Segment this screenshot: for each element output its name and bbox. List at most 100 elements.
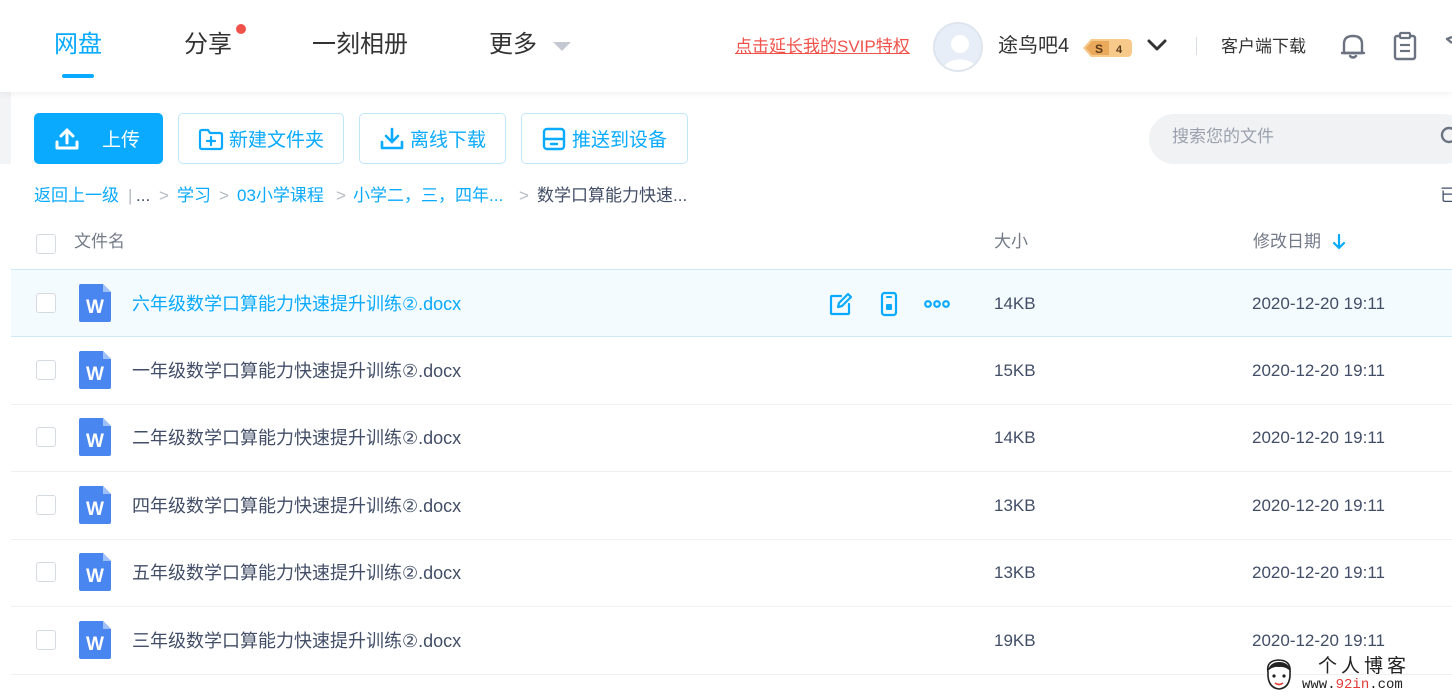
device-icon [542,127,566,150]
cartoon-face-icon [1266,659,1291,690]
word-doc-icon: W [79,351,111,389]
client-download-link[interactable]: 客户端下载 [1221,36,1306,58]
table-row[interactable]: W 二年级数学口算能力快速提升训练②.docx 14KB 2020-12-20 … [11,404,1452,472]
offline-download-button[interactable]: 离线下载 [359,113,506,164]
breadcrumb-current: 数学口算能力快速... [537,186,688,205]
word-doc-icon: W [79,284,111,322]
breadcrumb-separator: > [159,186,169,205]
file-name[interactable]: 四年级数学口算能力快速提升训练②.docx [132,494,461,518]
push-to-device-button[interactable]: 推送到设备 [521,113,688,164]
row-checkbox[interactable] [36,630,56,650]
phone-icon[interactable] [876,291,902,317]
notification-dot [236,24,246,34]
select-all-checkbox[interactable] [36,234,56,254]
table-row[interactable]: W 三年级数学口算能力快速提升训练②.docx 19KB 2020-12-20 … [11,607,1452,675]
table-row[interactable]: W 一年级数学口算能力快速提升训练②.docx 15KB 2020-12-20 … [11,337,1452,405]
watermark-title: 个人博客 [1318,655,1411,677]
username[interactable]: 途鸟吧4 [998,33,1069,59]
offline-download-label: 离线下载 [410,130,487,151]
column-header-modified[interactable]: 修改日期 [1253,231,1321,253]
table-row[interactable]: W 四年级数学口算能力快速提升训练②.docx 13KB 2020-12-20 … [11,472,1452,540]
file-name[interactable]: 二年级数学口算能力快速提升训练②.docx [132,426,461,450]
breadcrumb-separator: > [336,186,346,205]
word-doc-icon: W [79,621,111,659]
column-header-name[interactable]: 文件名 [74,231,125,253]
new-folder-label: 新建文件夹 [229,130,325,151]
nav-tab-album[interactable]: 一刻相册 [312,28,408,62]
push-to-device-label: 推送到设备 [572,130,668,151]
row-checkbox[interactable] [36,293,56,313]
edit-icon[interactable] [828,291,854,317]
row-checkbox[interactable] [36,427,56,447]
word-doc-icon: W [79,418,111,456]
svg-text:W: W [86,566,104,587]
file-name[interactable]: 六年级数学口算能力快速提升训练②.docx [132,292,461,316]
nav-tab-share[interactable]: 分享 [184,28,232,62]
avatar-placeholder-icon [943,35,977,70]
column-header-size[interactable]: 大小 [994,231,1028,253]
table-row[interactable]: W 五年级数学口算能力快速提升训练②.docx 13KB 2020-12-20 … [11,539,1452,607]
row-checkbox[interactable] [36,562,56,582]
breadcrumb-ellipsis[interactable]: ... [136,185,150,207]
breadcrumb-separator: > [519,186,529,205]
file-modified-date: 2020-12-20 19:11 [1252,563,1385,582]
more-icon[interactable] [924,291,950,317]
svip-renew-link[interactable]: 点击延长我的SVIP特权 [735,36,910,58]
breadcrumb-item-study[interactable]: 学习 [177,185,211,207]
clipboard-icon[interactable] [1391,31,1419,61]
breadcrumb-item-course[interactable]: 03小学课程 [237,185,324,207]
svg-text:W: W [86,431,104,452]
watermark-url: www.92in.com [1302,677,1403,693]
breadcrumb-separator: > [219,186,229,205]
breadcrumb-item-grade[interactable]: 小学二，三，四年... [353,185,503,207]
upload-label: 上传 [102,130,141,151]
file-modified-date: 2020-12-20 19:11 [1252,496,1385,515]
avatar[interactable] [933,22,983,72]
row-checkbox[interactable] [36,495,56,515]
search-icon[interactable] [1440,126,1452,148]
download-icon [380,127,404,149]
vip-badge-level: 4 [1116,44,1123,56]
file-name[interactable]: 一年级数学口算能力快速提升训练②.docx [132,359,461,383]
word-doc-icon: W [79,486,111,524]
left-sidebar-edge [0,92,11,164]
breadcrumb-divider: | [128,186,133,205]
file-modified-date: 2020-12-20 19:11 [1252,361,1385,380]
file-size: 15KB [994,361,1036,380]
upload-icon [55,128,79,149]
file-count-label: 已 [1440,186,1452,205]
file-size: 13KB [994,563,1036,582]
caret-down-icon[interactable] [553,42,571,51]
file-modified-date: 2020-12-20 19:11 [1252,428,1385,447]
file-size: 13KB [994,496,1036,515]
new-folder-button[interactable]: 新建文件夹 [178,113,344,164]
nav-tab-netdisk[interactable]: 网盘 [54,28,102,62]
file-name[interactable]: 三年级数学口算能力快速提升训练②.docx [132,629,461,653]
word-doc-icon: W [79,553,111,591]
file-name[interactable]: 五年级数学口算能力快速提升训练②.docx [132,561,461,585]
svg-text:W: W [86,499,104,520]
svg-text:W: W [86,297,104,318]
nav-tab-more[interactable]: 更多 [489,28,537,62]
file-modified-date: 2020-12-20 19:11 [1252,631,1385,650]
chevron-down-icon[interactable] [1146,34,1168,56]
row-checkbox[interactable] [36,360,56,380]
shirt-icon[interactable] [1441,33,1452,59]
file-size: 14KB [994,428,1036,447]
search-placeholder: 搜索您的文件 [1172,127,1274,146]
breadcrumb-back-link[interactable]: 返回上一级 [34,185,119,207]
file-size: 14KB [994,294,1036,313]
svg-text:W: W [86,364,104,385]
svip-level-badge-icon: S 4 [1083,39,1132,57]
blog-watermark: 个人博客 www.92in.com [1258,654,1452,696]
bell-icon[interactable] [1339,31,1367,61]
vip-badge-letter: S [1095,42,1103,56]
new-folder-icon [198,128,224,150]
svg-text:W: W [86,634,104,655]
top-header: 网盘 分享 一刻相册 更多 点击延长我的SVIP特权 途鸟吧4 S 4 客户端下… [0,0,1452,92]
header-divider [1196,37,1197,55]
arrow-down-icon[interactable] [1332,234,1346,250]
upload-button[interactable]: 上传 [34,113,163,164]
active-tab-indicator [62,74,94,78]
table-row[interactable]: W 六年级数学口算能力快速提升训练②.docx 14KB 2020-12-20 … [11,269,1452,337]
